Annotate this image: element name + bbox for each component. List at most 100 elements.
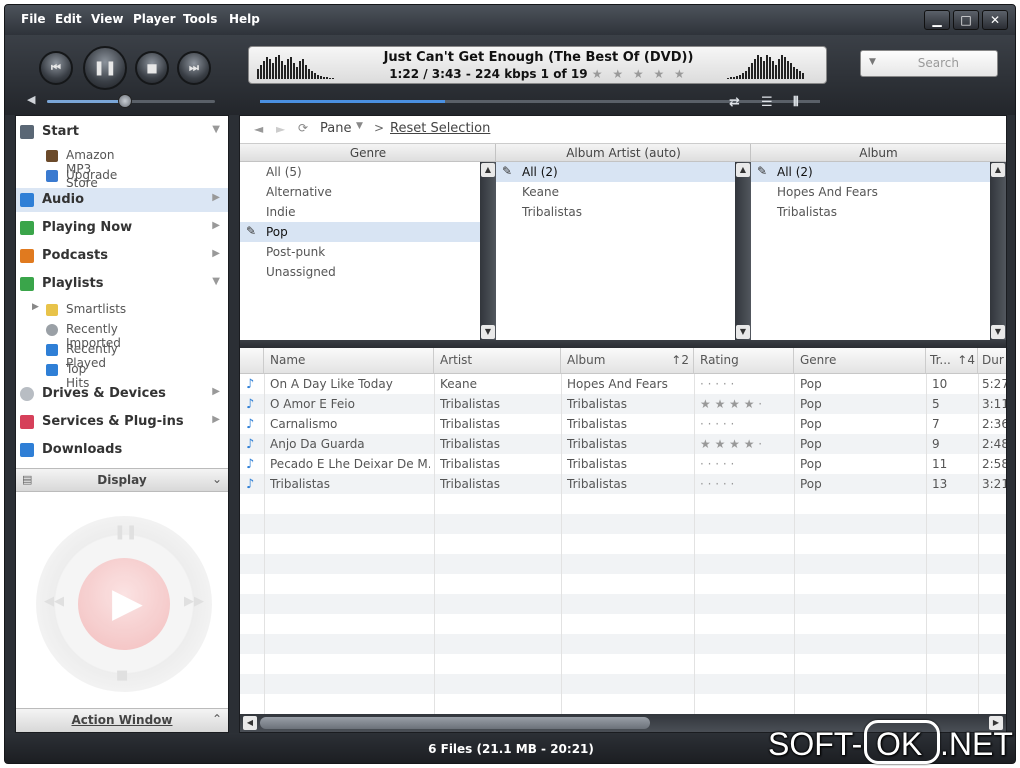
artist-item-selected[interactable]: ✎ All (2) <box>496 162 735 182</box>
table-row[interactable]: ♪ On A Day Like Today Keane Hopes And Fears… <box>240 374 1006 394</box>
cell-track: 13 <box>932 477 948 491</box>
action-window-dial[interactable]: ▶ ❚❚ ◀◀ ▶▶ ■ <box>36 516 212 692</box>
album-pane-scrollbar[interactable]: ▲ ▼ <box>990 162 1006 340</box>
table-row[interactable]: ♪ O Amor E Feio Tribalistas Tribalistas ★ ★ … <box>240 394 1006 414</box>
cell-rating[interactable]: ★ ★ ★ ★ · <box>700 397 790 411</box>
pane-header-album[interactable]: Album <box>751 144 1006 162</box>
scroll-up-icon[interactable]: ▲ <box>481 163 495 177</box>
scroll-up-icon[interactable]: ▲ <box>736 163 750 177</box>
sidebar-item-playing-now[interactable]: Playing Now ▶ <box>16 216 228 240</box>
equalizer-icon[interactable]: ⦀ <box>793 95 799 110</box>
pane-splitter[interactable] <box>240 340 1006 348</box>
sidebar-item-audio[interactable]: Audio ▶ <box>16 188 228 212</box>
next-track-button[interactable]: ⏭ <box>177 51 211 85</box>
column-header-label: Rating <box>700 353 739 367</box>
scroll-thumb[interactable] <box>260 717 650 729</box>
column-header-track[interactable]: Tr... ↑4 <box>926 348 978 374</box>
album-item[interactable]: Hopes And Fears <box>751 182 990 202</box>
table-row[interactable]: ♪ Anjo Da Guarda Tribalistas Tribalistas ★ ★… <box>240 434 1006 454</box>
artist-item[interactable]: Keane <box>496 182 735 202</box>
cell-rating[interactable]: · · · · · <box>700 477 790 491</box>
menu-tools[interactable]: Tools <box>183 12 217 26</box>
scroll-up-icon[interactable]: ▲ <box>991 163 1005 177</box>
track-rating-stars[interactable]: ★ ★ ★ ★ ★ <box>592 67 688 81</box>
column-header-rating[interactable]: Rating <box>694 348 794 374</box>
action-window-bar[interactable]: Action Window ⌃ <box>16 708 228 732</box>
pause-button[interactable]: ❚❚ <box>83 46 127 90</box>
genre-item[interactable]: Indie <box>240 202 480 222</box>
table-row[interactable]: ♪ Tribalistas Tribalistas Tribalistas · · · … <box>240 474 1006 494</box>
chevron-right-icon: ▶ <box>212 192 220 203</box>
table-row[interactable]: ♪ Pecado E Lhe Deixar De M... Tribalistas T… <box>240 454 1006 474</box>
column-header-label: Dur <box>982 353 1004 367</box>
previous-track-button[interactable]: ⏮ <box>39 51 73 85</box>
column-header-genre[interactable]: Genre <box>794 348 926 374</box>
expand-arrow-icon[interactable]: ▶ <box>32 302 39 312</box>
cell-rating[interactable]: ★ ★ ★ ★ · <box>700 437 790 451</box>
artist-item[interactable]: Tribalistas <box>496 202 735 222</box>
sidebar-item-services-plugins[interactable]: Services & Plug-ins ▶ <box>16 410 228 434</box>
column-header-album[interactable]: Album ↑2 <box>561 348 694 374</box>
reset-selection-link[interactable]: Reset Selection <box>390 121 490 136</box>
sidebar-item-downloads[interactable]: Downloads <box>16 438 228 462</box>
menu-view[interactable]: View <box>91 12 123 26</box>
cell-rating[interactable]: · · · · · <box>700 377 790 391</box>
display-panel-title: Display <box>97 473 147 487</box>
column-header-duration[interactable]: Dur <box>978 348 1006 374</box>
watermark-text: OK <box>876 726 923 762</box>
genre-item[interactable]: Alternative <box>240 182 480 202</box>
album-item-selected[interactable]: ✎ All (2) <box>751 162 990 182</box>
column-header-name[interactable]: Name <box>264 348 434 374</box>
genre-item-selected[interactable]: ✎ Pop <box>240 222 480 242</box>
scroll-left-icon[interactable]: ◀ <box>243 716 257 730</box>
repeat-icon[interactable]: ⇄ <box>729 95 740 110</box>
plugin-icon <box>20 415 34 429</box>
chevron-down-icon[interactable]: ▼ <box>356 121 363 131</box>
back-icon[interactable]: ◄ <box>254 122 263 136</box>
genre-item[interactable]: Post-punk <box>240 242 480 262</box>
library-view: ◄ ► ⟳ Pane ▼ > Reset Selection Genre Alb… <box>239 115 1007 733</box>
scroll-down-icon[interactable]: ▼ <box>736 325 750 339</box>
action-window-label[interactable]: Action Window <box>16 713 228 727</box>
column-header-artist[interactable]: Artist <box>434 348 561 374</box>
search-input[interactable]: ▼ Search <box>860 50 998 77</box>
album-item[interactable]: Tribalistas <box>751 202 990 222</box>
minimize-button[interactable]: ▁ <box>924 10 950 30</box>
artist-pane-scrollbar[interactable]: ▲ ▼ <box>735 162 751 340</box>
volume-knob[interactable] <box>118 94 132 108</box>
close-button[interactable]: ✕ <box>982 10 1008 30</box>
column-header-icon[interactable] <box>240 348 264 374</box>
menu-player[interactable]: Player <box>133 12 176 26</box>
big-play-button[interactable]: ▶ <box>78 558 170 650</box>
previous-icon: ◀◀ <box>44 594 64 609</box>
pane-header-genre[interactable]: Genre <box>240 144 496 162</box>
genre-item[interactable]: Unassigned <box>240 262 480 282</box>
pane-header-album-artist[interactable]: Album Artist (auto) <box>496 144 751 162</box>
maximize-button[interactable]: □ <box>953 10 979 30</box>
sidebar-item-drives-devices[interactable]: Drives & Devices ▶ <box>16 382 228 406</box>
breadcrumb-pane[interactable]: Pane <box>320 121 351 136</box>
column-header-label: Name <box>270 353 306 367</box>
forward-icon[interactable]: ► <box>276 122 285 136</box>
scroll-down-icon[interactable]: ▼ <box>991 325 1005 339</box>
menu-file[interactable]: File <box>21 12 46 26</box>
table-row[interactable]: ♪ Carnalismo Tribalistas Tribalistas · · · ·… <box>240 414 1006 434</box>
scroll-down-icon[interactable]: ▼ <box>481 325 495 339</box>
cell-rating[interactable]: · · · · · <box>700 417 790 431</box>
sidebar-item-podcasts[interactable]: Podcasts ▶ <box>16 244 228 268</box>
menu-edit[interactable]: Edit <box>55 12 82 26</box>
sidebar-item-start[interactable]: Start ▼ <box>16 120 228 144</box>
sidebar-item-playlists[interactable]: Playlists ▼ <box>16 272 228 296</box>
display-panel-header[interactable]: ▤ Display ⌄ <box>16 468 228 492</box>
search-dropdown-icon[interactable]: ▼ <box>869 57 876 67</box>
shuffle-icon[interactable]: ☰ <box>761 95 773 110</box>
chevron-up-icon[interactable]: ⌃ <box>212 712 222 726</box>
refresh-icon[interactable]: ⟳ <box>298 121 308 135</box>
genre-item[interactable]: All (5) <box>240 162 480 182</box>
menu-help[interactable]: Help <box>229 12 260 26</box>
cell-track: 10 <box>932 377 948 391</box>
genre-pane-scrollbar[interactable]: ▲ ▼ <box>480 162 496 340</box>
stop-button[interactable]: ■ <box>135 51 169 85</box>
cell-rating[interactable]: · · · · · <box>700 457 790 471</box>
chevron-down-icon[interactable]: ⌄ <box>212 472 222 486</box>
